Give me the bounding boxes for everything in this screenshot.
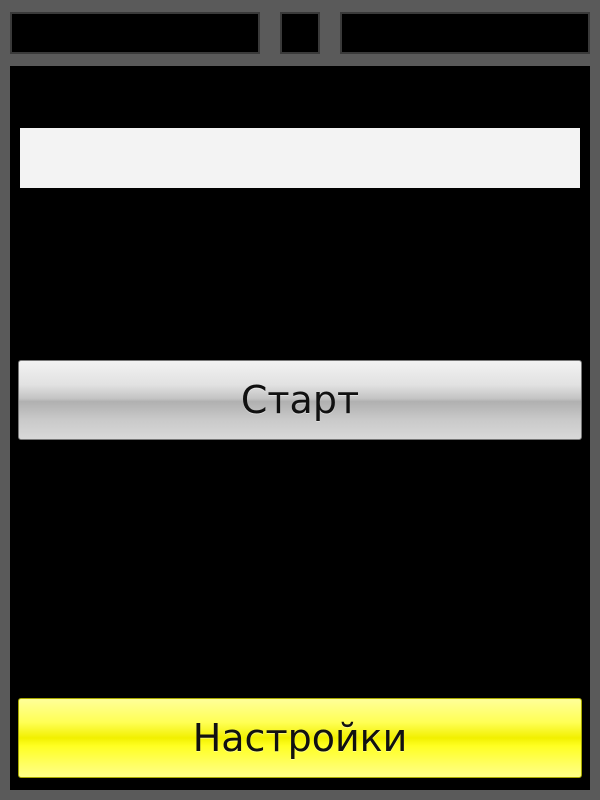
status-segment-right bbox=[340, 12, 590, 54]
main-panel: Старт Настройки bbox=[10, 66, 590, 790]
app-frame: Старт Настройки bbox=[0, 0, 600, 800]
status-segment-middle bbox=[280, 12, 320, 54]
status-bar bbox=[10, 12, 590, 54]
settings-button[interactable]: Настройки bbox=[18, 698, 582, 778]
status-segment-left bbox=[10, 12, 260, 54]
text-input[interactable] bbox=[20, 128, 580, 188]
start-button[interactable]: Старт bbox=[18, 360, 582, 440]
